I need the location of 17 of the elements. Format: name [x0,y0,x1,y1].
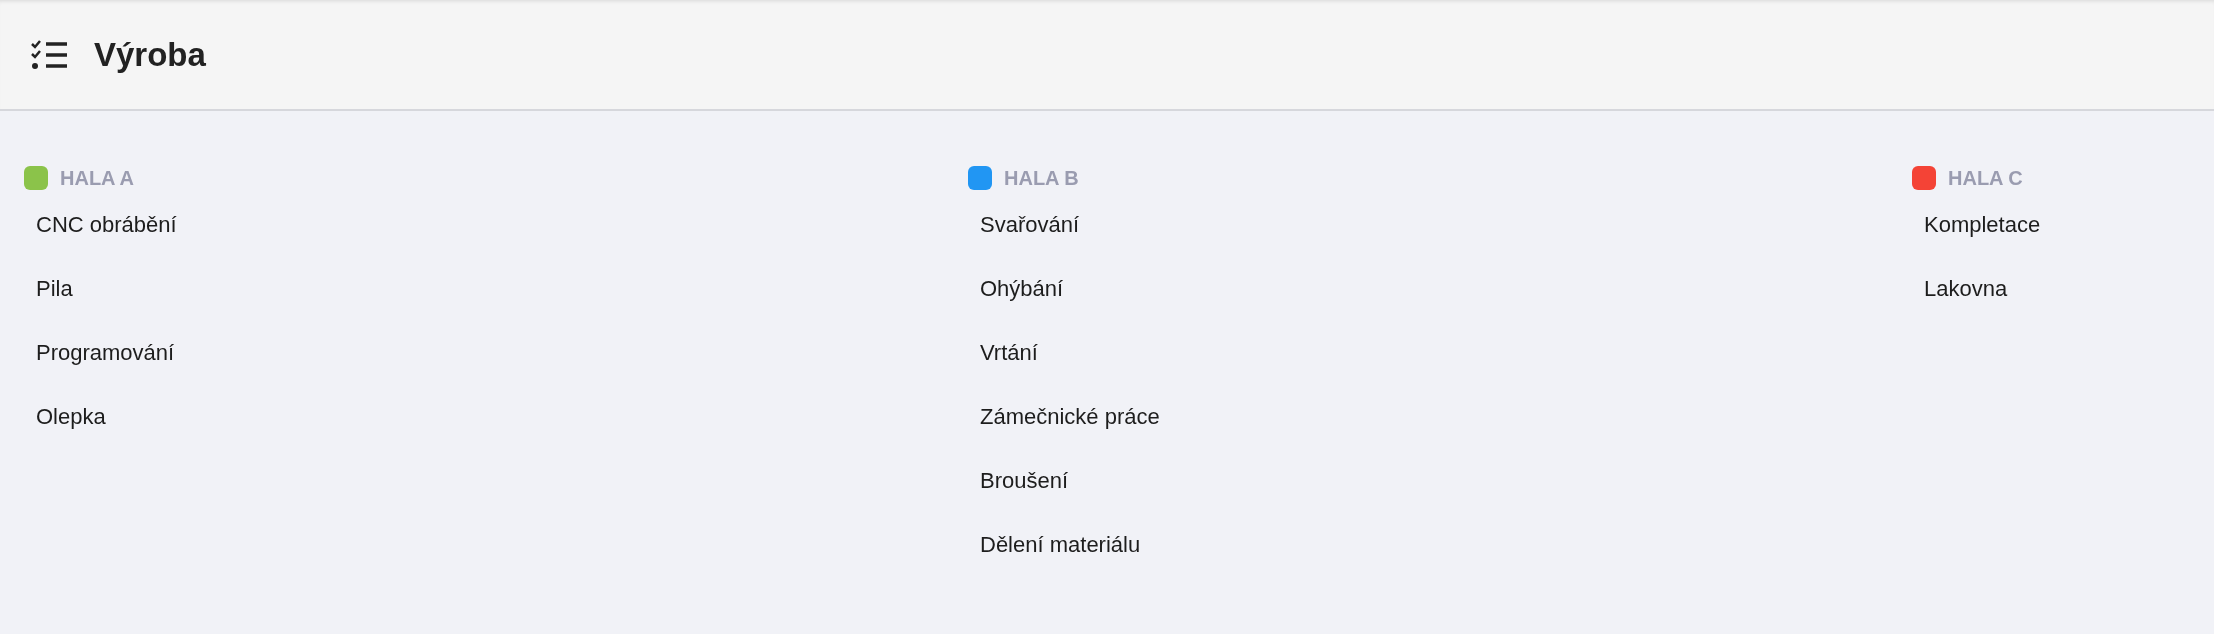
list-item[interactable]: CNC obrábění [36,211,177,239]
page-title: Výroba [94,35,206,74]
list-item[interactable]: Broušení [980,467,1069,495]
list-item[interactable]: Svařování [980,211,1080,239]
list-item[interactable]: Lakovna [1924,275,2008,303]
list-item[interactable]: Kompletace [1924,211,2041,239]
group-heading: HALA A [60,166,135,190]
list-item[interactable]: Dělení materiálu [980,531,1141,559]
list-item[interactable]: Vrtání [980,339,1038,367]
group-heading: HALA C [1948,166,2023,190]
list-item[interactable]: Olepka [36,403,106,431]
list-item[interactable]: Programování [36,339,175,367]
checklist-icon [30,38,68,71]
group-heading: HALA B [1004,166,1079,190]
list-item[interactable]: Ohýbání [980,275,1064,303]
list-item[interactable]: Pila [36,275,73,303]
list-item[interactable]: Zámečnické práce [980,403,1160,431]
